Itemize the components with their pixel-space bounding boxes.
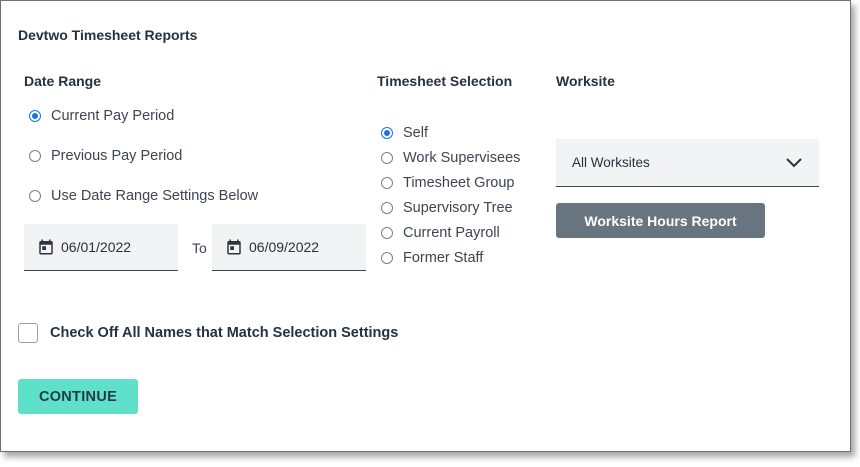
radio-button[interactable] <box>381 152 393 164</box>
to-date-field[interactable]: 06/09/2022 <box>212 224 366 271</box>
radio-supervisory-tree[interactable]: Supervisory Tree <box>381 200 513 216</box>
radio-former-staff[interactable]: Former Staff <box>381 250 483 266</box>
worksite-hours-report-button[interactable]: Worksite Hours Report <box>556 203 765 238</box>
radio-timesheet-group[interactable]: Timesheet Group <box>381 175 514 191</box>
radio-label: Supervisory Tree <box>403 200 513 216</box>
radio-self[interactable]: Self <box>381 125 428 141</box>
radio-button[interactable] <box>381 202 393 214</box>
checkbox-label: Check Off All Names that Match Selection… <box>50 325 399 341</box>
checkbox[interactable] <box>18 323 38 343</box>
worksite-select[interactable]: All Worksites <box>556 139 819 187</box>
radio-button[interactable] <box>29 190 41 202</box>
calendar-icon[interactable] <box>37 238 55 256</box>
to-date-value: 06/09/2022 <box>249 239 320 255</box>
chevron-down-icon[interactable] <box>785 157 803 169</box>
timesheet-reports-panel: Devtwo Timesheet Reports Date Range Curr… <box>0 0 851 452</box>
worksite-selected-value: All Worksites <box>572 155 650 170</box>
radio-button-checked[interactable] <box>29 110 41 122</box>
radio-label: Work Supervisees <box>403 150 521 166</box>
radio-label: Timesheet Group <box>403 175 515 191</box>
worksite-label: Worksite <box>556 73 615 89</box>
radio-current-pay-period[interactable]: Current Pay Period <box>29 108 174 124</box>
radio-label: Current Payroll <box>403 225 500 241</box>
timesheet-selection-label: Timesheet Selection <box>377 73 513 89</box>
continue-button[interactable]: CONTINUE <box>18 379 138 414</box>
radio-button[interactable] <box>381 227 393 239</box>
radio-label: Previous Pay Period <box>51 148 183 164</box>
radio-button[interactable] <box>381 252 393 264</box>
radio-label: Former Staff <box>403 250 484 266</box>
from-date-value: 06/01/2022 <box>61 239 132 255</box>
radio-button[interactable] <box>381 177 393 189</box>
radio-use-date-range[interactable]: Use Date Range Settings Below <box>29 188 258 204</box>
radio-label: Self <box>403 125 428 141</box>
radio-button[interactable] <box>29 150 41 162</box>
calendar-icon[interactable] <box>225 238 243 256</box>
radio-current-payroll[interactable]: Current Payroll <box>381 225 500 241</box>
radio-label: Current Pay Period <box>51 108 175 124</box>
check-off-all-names-option[interactable]: Check Off All Names that Match Selection… <box>18 323 398 343</box>
radio-label: Use Date Range Settings Below <box>51 188 259 204</box>
date-range-label: Date Range <box>24 73 102 89</box>
radio-work-supervisees[interactable]: Work Supervisees <box>381 150 520 166</box>
from-date-field[interactable]: 06/01/2022 <box>24 224 178 271</box>
radio-button-checked[interactable] <box>381 127 393 139</box>
to-label: To <box>192 240 207 256</box>
radio-previous-pay-period[interactable]: Previous Pay Period <box>29 148 182 164</box>
page-title: Devtwo Timesheet Reports <box>18 27 198 43</box>
